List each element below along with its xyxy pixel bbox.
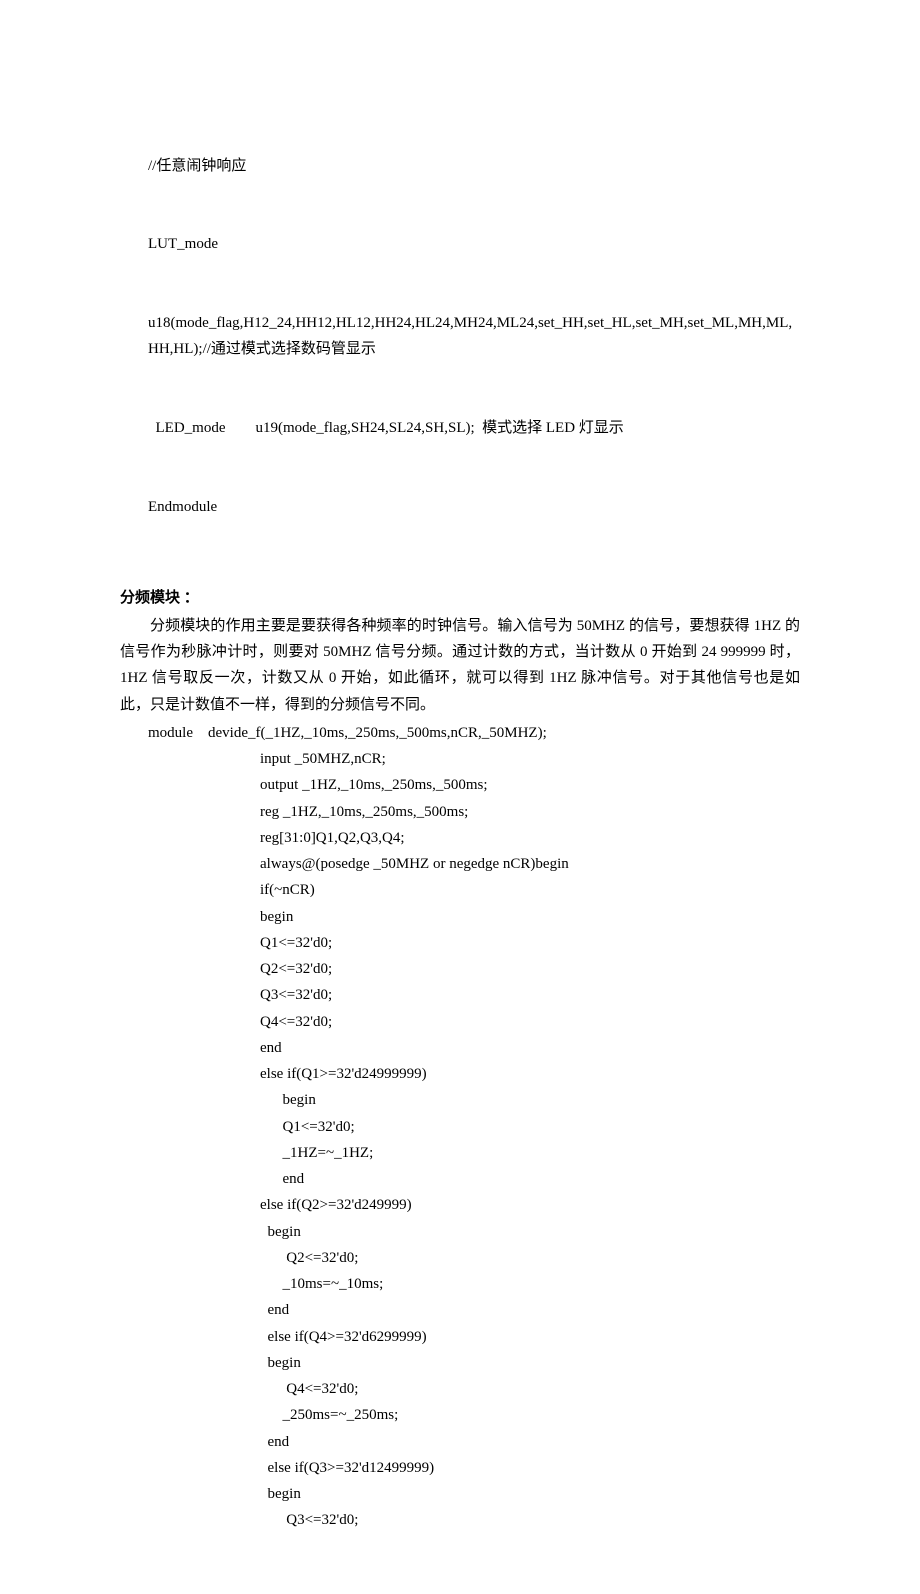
code-line: LED_mode u19(mode_flag,SH24,SL24,SH,SL);…: [148, 415, 800, 441]
code-line: u18(mode_flag,H12_24,HH12,HL12,HH24,HL24…: [148, 310, 800, 363]
code-block-2-body: input _50MHZ,nCR; output _1HZ,_10ms,_250…: [260, 746, 800, 1534]
code-block-1: //任意闹钟响应 LUT_mode u18(mode_flag,H12_24,H…: [148, 100, 800, 573]
code-line: Endmodule: [148, 494, 800, 520]
document-page: //任意闹钟响应 LUT_mode u18(mode_flag,H12_24,H…: [0, 0, 920, 1594]
paragraph-divider-description: 分频模块的作用主要是要获得各种频率的时钟信号。输入信号为 50MHZ 的信号，要…: [120, 613, 800, 718]
code-line-module-decl: module devide_f(_1HZ,_10ms,_250ms,_500ms…: [148, 720, 800, 746]
code-line: //任意闹钟响应: [148, 153, 800, 179]
code-line: LUT_mode: [148, 231, 800, 257]
section-heading-divider: 分频模块 ：: [120, 585, 800, 611]
